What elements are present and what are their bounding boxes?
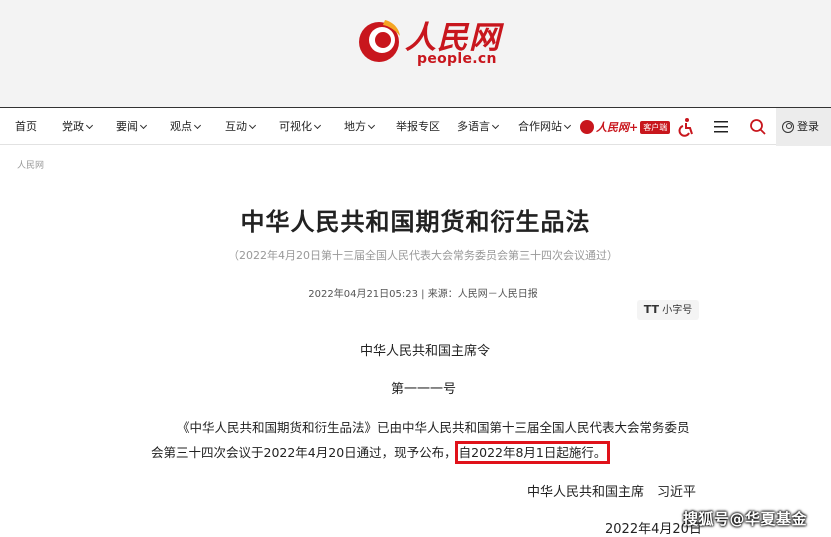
nav-item-partners[interactable]: 合作网站 xyxy=(518,108,572,146)
nav-item-local[interactable]: 地方 xyxy=(344,108,376,146)
chevron-down-icon xyxy=(313,121,322,130)
chevron-down-icon xyxy=(563,121,572,130)
body-line-2: 会第三十四次会议于2022年4月20日通过，现予公布， 自2022年8月1日起施行… xyxy=(151,441,611,464)
nav-item-opinion[interactable]: 观点 xyxy=(170,108,202,146)
login-button[interactable]: 登录 xyxy=(776,108,831,146)
nav-item-home[interactable]: 首页 xyxy=(15,108,37,146)
watermark: 搜狐号@华夏基金 xyxy=(683,510,808,528)
accessibility-icon[interactable] xyxy=(676,117,696,137)
nav-label: 要闻 xyxy=(116,120,138,133)
chevron-down-icon xyxy=(85,121,94,130)
article-subtitle: （2022年4月20日第十三届全国人民代表大会常务委员会第三十四次会议通过） xyxy=(228,249,618,262)
font-size-button[interactable]: TT 小字号 xyxy=(637,300,699,320)
order-title: 中华人民共和国主席令 xyxy=(360,344,491,359)
chevron-down-icon xyxy=(367,121,376,130)
search-icon[interactable] xyxy=(748,117,768,137)
chevron-down-icon xyxy=(248,121,257,130)
login-label: 登录 xyxy=(797,120,819,133)
nav-label: 互动 xyxy=(225,120,247,133)
nav-label: 举报专区 xyxy=(396,120,440,133)
nav-label: 观点 xyxy=(170,120,192,133)
app-badge: 客户端 xyxy=(640,120,671,134)
app-promo-text: 人民网+ xyxy=(596,121,639,134)
nav-label: 党政 xyxy=(62,120,84,133)
menu-icon[interactable] xyxy=(711,117,731,137)
font-size-icon: TT xyxy=(643,303,660,316)
people-logo-icon xyxy=(359,20,400,62)
main-nav: 首页 党政 要闻 观点 互动 可视化 地方 举报专区 多语言 合作网站 人民网+… xyxy=(0,107,831,146)
logo-url: people.cn xyxy=(417,51,497,67)
site-header: 人民网 people.cn xyxy=(0,0,831,107)
order-number: 第一一一号 xyxy=(391,382,457,397)
nav-item-party[interactable]: 党政 xyxy=(62,108,94,146)
app-logo-icon xyxy=(580,120,594,134)
font-size-label: 小字号 xyxy=(662,305,693,316)
body-line-1: 《中华人民共和国期货和衍生品法》已由中华人民共和国第十三届全国人民代表大会常务委… xyxy=(177,420,690,435)
nav-item-news[interactable]: 要闻 xyxy=(116,108,148,146)
user-icon xyxy=(782,121,794,133)
breadcrumb[interactable]: 人民网 xyxy=(17,158,44,171)
site-logo[interactable]: 人民网 people.cn xyxy=(355,12,505,70)
nav-label: 合作网站 xyxy=(518,120,562,133)
chevron-down-icon xyxy=(193,121,202,130)
nav-item-report[interactable]: 举报专区 xyxy=(396,108,440,146)
chevron-down-icon xyxy=(139,121,148,130)
nav-item-interact[interactable]: 互动 xyxy=(225,108,257,146)
nav-item-visual[interactable]: 可视化 xyxy=(279,108,322,146)
nav-label: 多语言 xyxy=(457,120,490,133)
nav-label: 地方 xyxy=(344,120,366,133)
highlight-box: 自2022年8月1日起施行。 xyxy=(454,441,611,464)
body-text: 会第三十四次会议于2022年4月20日通过，现予公布， xyxy=(151,445,457,460)
article-meta: 2022年04月21日05:23 | 来源：人民网－人民日报 xyxy=(308,289,538,300)
nav-label: 首页 xyxy=(15,120,37,133)
app-promo-link[interactable]: 人民网+ 客户端 xyxy=(580,119,671,135)
nav-item-language[interactable]: 多语言 xyxy=(457,108,500,146)
nav-label: 可视化 xyxy=(279,120,312,133)
chevron-down-icon xyxy=(491,121,500,130)
article-title: 中华人民共和国期货和衍生品法 xyxy=(240,208,591,236)
signature: 中华人民共和国主席 习近平 xyxy=(527,485,697,500)
